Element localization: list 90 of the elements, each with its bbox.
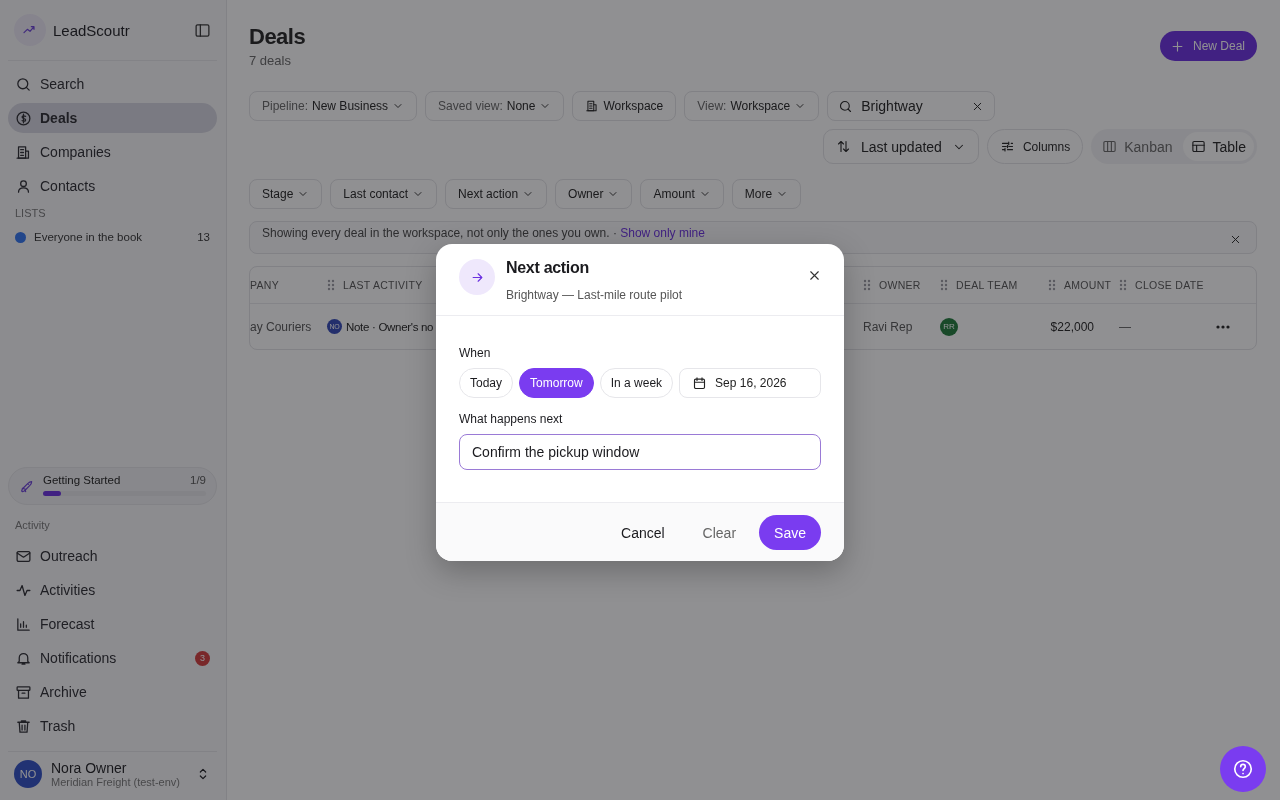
- columns-icon: [1102, 139, 1118, 154]
- nav-item[interactable]: Notifications 3: [8, 643, 217, 673]
- close-button[interactable]: [807, 268, 822, 283]
- user-name: Nora Owner: [51, 760, 128, 776]
- table-cell-text: $22,000: [1049, 319, 1095, 334]
- panel-icon: [194, 21, 211, 39]
- search-field[interactable]: Brightway: [827, 91, 996, 121]
- bar-chart-icon: [15, 615, 32, 633]
- progress-count: 1/9: [190, 474, 206, 486]
- drag-handle-icon: [1119, 279, 1127, 291]
- help-icon: [1232, 758, 1254, 780]
- table-icon: [1190, 139, 1206, 154]
- close-icon: [807, 268, 822, 283]
- nav-item[interactable]: Contacts: [8, 171, 217, 201]
- filter-dropdown[interactable]: View: Workspace: [684, 91, 820, 121]
- search-icon: [838, 98, 854, 114]
- deal-count: 7 deals: [249, 53, 292, 68]
- filter-dropdown[interactable]: Amount: [640, 179, 724, 209]
- sort-icon: [835, 139, 851, 154]
- column-header[interactable]: DEAL TEAM: [940, 279, 1048, 291]
- sort-dropdown[interactable]: Last updated: [822, 129, 979, 164]
- card-title: Getting Started: [43, 474, 121, 486]
- table-cell-text: —: [1119, 319, 1132, 334]
- filter-dropdown[interactable]: Next action: [445, 179, 548, 209]
- nav-item[interactable]: Search: [8, 69, 217, 99]
- nav-item[interactable]: Outreach: [8, 541, 217, 571]
- app-name: LeadScoutr: [53, 21, 131, 39]
- sliders-icon: [999, 139, 1015, 154]
- filter-dropdown[interactable]: Last contact: [330, 179, 438, 209]
- person-icon: [15, 177, 32, 195]
- columns-button[interactable]: Columns: [986, 129, 1084, 164]
- archive-box-icon: [15, 683, 32, 701]
- nav-item[interactable]: Forecast: [8, 609, 217, 639]
- filter-dropdown[interactable]: More: [731, 179, 802, 209]
- nav-item[interactable]: Trash: [8, 711, 217, 741]
- list-count: 13: [197, 231, 210, 243]
- save-button[interactable]: Save: [759, 515, 821, 550]
- banner-text: Showing every deal in the workspace, not only the ones you own. · Show only mine: [262, 226, 706, 240]
- close-icon: [1229, 233, 1242, 246]
- field-label: What happens next: [459, 412, 564, 426]
- building-icon: [585, 99, 600, 113]
- count-badge: 3: [195, 650, 210, 666]
- getting-started-card[interactable]: Getting Started 1/9: [8, 467, 217, 505]
- list-item[interactable]: Everyone in the book 13: [8, 227, 217, 247]
- nav-item[interactable]: Archive: [8, 677, 217, 707]
- drag-handle-icon: [327, 279, 335, 291]
- column-header[interactable]: PANY: [250, 279, 327, 291]
- table-cell-text: ay Couriers: [250, 319, 313, 334]
- trash-icon: [15, 717, 32, 735]
- organization-name: Meridian Freight (test-env): [51, 776, 181, 788]
- drag-handle-icon: [940, 279, 948, 291]
- date-field[interactable]: Sep 16, 2026: [679, 368, 821, 398]
- nav-item[interactable]: Activities: [8, 575, 217, 605]
- dialog-title: Next action: [506, 259, 590, 277]
- view-tab[interactable]: Table: [1182, 132, 1254, 161]
- sidebar-toggle[interactable]: [194, 21, 211, 39]
- table-cell-text: Ravi Rep: [863, 319, 914, 334]
- field-label: When: [459, 346, 492, 360]
- calendar-icon: [692, 375, 708, 391]
- view-tab[interactable]: Kanban: [1094, 132, 1181, 161]
- avatar: RR: [940, 317, 958, 336]
- plus-icon: [1169, 38, 1185, 54]
- help-button[interactable]: [1220, 746, 1266, 792]
- column-header[interactable]: OWNER: [863, 279, 940, 291]
- filter-dropdown[interactable]: Stage: [249, 179, 323, 209]
- filter-dropdown[interactable]: Saved view: None: [425, 91, 565, 121]
- new-deal-button[interactable]: New Deal: [1159, 31, 1257, 61]
- user-avatar: NO: [14, 760, 42, 788]
- dialog-subtitle: Brightway — Last-mile route pilot: [506, 288, 684, 302]
- dollar-circle-icon: [15, 109, 32, 127]
- drag-handle-icon: [863, 279, 871, 291]
- dialog-button[interactable]: Cancel: [606, 515, 680, 550]
- section-heading: LISTS: [14, 206, 47, 221]
- filter-dropdown[interactable]: Pipeline: New Business: [249, 91, 418, 121]
- drag-handle-icon: [1048, 279, 1056, 291]
- search-icon: [15, 75, 32, 93]
- section-heading: Activity: [14, 518, 51, 533]
- dialog-button[interactable]: Clear: [687, 515, 752, 550]
- building-icon: [15, 143, 32, 161]
- page-title: Deals: [249, 24, 306, 50]
- input-field[interactable]: Confirm the pickup window: [459, 434, 821, 470]
- column-header[interactable]: CLOSE DATE: [1119, 279, 1216, 291]
- filter-dropdown[interactable]: Owner: [555, 179, 633, 209]
- workspace-button[interactable]: Workspace: [572, 91, 677, 121]
- nav-item[interactable]: Companies: [8, 137, 217, 167]
- banner-link[interactable]: Show only mine: [620, 226, 705, 240]
- more-icon: [1216, 324, 1230, 329]
- column-header[interactable]: AMOUNT: [1048, 279, 1119, 291]
- date-option[interactable]: Tomorrow: [519, 368, 594, 398]
- nav-item[interactable]: Deals: [8, 103, 217, 133]
